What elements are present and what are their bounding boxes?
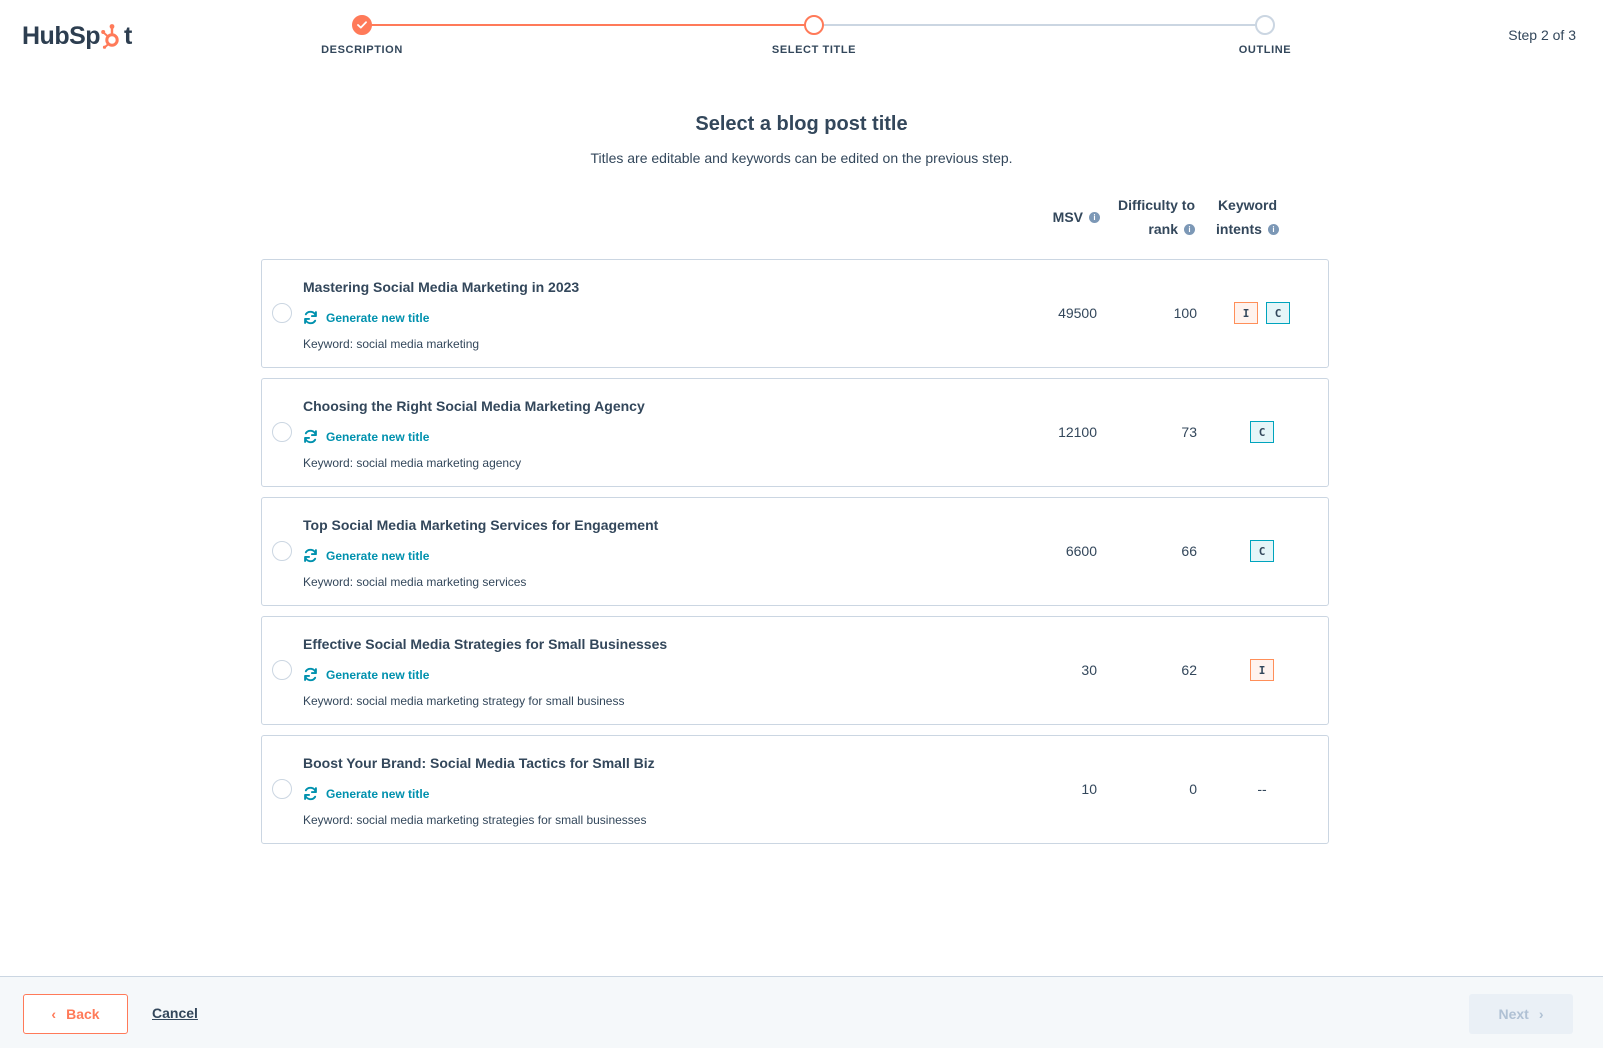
chevron-left-icon: ‹ (51, 1006, 57, 1022)
msv-value: 49500 (1058, 305, 1097, 321)
msv-value: 6600 (1065, 543, 1097, 559)
title-text[interactable]: Choosing the Right Social Media Marketin… (303, 398, 645, 414)
generate-new-title-button[interactable]: Generate new title (303, 310, 429, 325)
keyword-text: Keyword: social media marketing strategi… (303, 813, 647, 827)
title-option-row[interactable]: Choosing the Right Social Media Marketin… (261, 378, 1329, 487)
title-text[interactable]: Boost Your Brand: Social Media Tactics f… (303, 755, 655, 771)
page-title: Select a blog post title (695, 113, 908, 135)
refresh-icon (304, 548, 317, 563)
intent-badge-commercial: C (1250, 421, 1274, 443)
keyword-text: Keyword: social media marketing agency (303, 456, 522, 470)
generate-new-title-label: Generate new title (326, 310, 430, 325)
generate-new-title-button[interactable]: Generate new title (303, 667, 429, 682)
step-outline-indicator (1255, 15, 1275, 35)
title-options-list: Mastering Social Media Marketing in 2023… (261, 259, 1329, 854)
chevron-right-icon: › (1538, 1006, 1544, 1022)
back-button-label: Back (66, 1006, 100, 1022)
page-subtitle: Titles are editable and keywords can be … (590, 150, 1013, 166)
title-option-row[interactable]: Mastering Social Media Marketing in 2023… (261, 259, 1329, 368)
title-option-row[interactable]: Top Social Media Marketing Services for … (261, 497, 1329, 606)
title-radio[interactable] (272, 541, 292, 561)
generate-new-title-label: Generate new title (326, 429, 430, 444)
title-option-row[interactable]: Effective Social Media Strategies for Sm… (261, 616, 1329, 725)
keyword-text: Keyword: social media marketing services (303, 575, 527, 589)
intent-badge-informational: I (1250, 659, 1274, 681)
generate-new-title-button[interactable]: Generate new title (303, 548, 429, 563)
refresh-icon (304, 310, 317, 325)
step-select-title-label: SELECT TITLE (771, 44, 857, 56)
title-radio[interactable] (272, 422, 292, 442)
keyword-intents: I (1210, 659, 1314, 681)
column-header-msv-label: MSV (1052, 209, 1083, 225)
generate-new-title-label: Generate new title (326, 786, 430, 801)
cancel-link[interactable]: Cancel (152, 1005, 198, 1021)
difficulty-value: 0 (1189, 781, 1197, 797)
title-text[interactable]: Effective Social Media Strategies for Sm… (303, 636, 667, 652)
keyword-intents: C (1210, 421, 1314, 443)
generate-new-title-button[interactable]: Generate new title (303, 786, 429, 801)
msv-value: 10 (1081, 781, 1097, 797)
generate-new-title-button[interactable]: Generate new title (303, 429, 429, 444)
title-radio[interactable] (272, 779, 292, 799)
step-outline-label: OUTLINE (1238, 44, 1292, 56)
column-header-intents-line1: Keyword (1217, 197, 1278, 213)
sprocket-icon (101, 23, 123, 49)
column-header-difficulty: Difficulty to rank i (1085, 193, 1195, 241)
next-button[interactable]: Next › (1469, 994, 1573, 1034)
title-radio[interactable] (272, 660, 292, 680)
keyword-intents: IC (1210, 302, 1314, 324)
step-description-indicator[interactable] (352, 15, 372, 35)
checkmark-icon (357, 21, 367, 29)
hubspot-logo[interactable]: HubSp t (22, 20, 132, 52)
keyword-text: Keyword: social media marketing (303, 337, 480, 351)
info-icon[interactable]: i (1184, 223, 1195, 235)
intent-badge-commercial: C (1266, 302, 1290, 324)
step-select-title-indicator (804, 15, 824, 35)
progress-stepper: DESCRIPTION SELECT TITLE OUTLINE (321, 14, 1291, 64)
intent-empty: -- (1257, 781, 1267, 797)
back-button[interactable]: ‹ Back (23, 994, 128, 1034)
difficulty-value: 66 (1181, 543, 1197, 559)
step-counter: Step 2 of 3 (1508, 27, 1576, 43)
title-radio[interactable] (272, 303, 292, 323)
stepper-line-complete (362, 24, 814, 26)
title-text[interactable]: Mastering Social Media Marketing in 2023 (303, 279, 579, 295)
refresh-icon (304, 667, 317, 682)
refresh-icon (304, 429, 317, 444)
column-header-difficulty-line2: rank (1148, 221, 1178, 237)
keyword-intents: -- (1210, 778, 1314, 800)
msv-value: 12100 (1058, 424, 1097, 440)
difficulty-value: 62 (1181, 662, 1197, 678)
footer-bar: ‹ Back Cancel Next › (0, 976, 1603, 1048)
column-header-difficulty-line1: Difficulty to (1118, 197, 1195, 213)
intent-badge-commercial: C (1250, 540, 1274, 562)
next-button-label: Next (1498, 1006, 1529, 1022)
generate-new-title-label: Generate new title (326, 548, 430, 563)
refresh-icon (304, 786, 317, 801)
msv-value: 30 (1081, 662, 1097, 678)
keyword-text: Keyword: social media marketing strategy… (303, 694, 625, 708)
keyword-intents: C (1210, 540, 1314, 562)
difficulty-value: 73 (1181, 424, 1197, 440)
title-option-row[interactable]: Boost Your Brand: Social Media Tactics f… (261, 735, 1329, 844)
stepper-line-pending (814, 24, 1265, 26)
column-header-intents-line2: intents (1216, 221, 1262, 237)
info-icon[interactable]: i (1267, 223, 1279, 235)
difficulty-value: 100 (1173, 305, 1197, 321)
step-description-label: DESCRIPTION (321, 44, 403, 56)
generate-new-title-label: Generate new title (326, 667, 430, 682)
logo-wordmark: HubSp t (22, 21, 132, 50)
column-header-keyword-intents: Keyword intents i (1195, 193, 1300, 241)
title-text[interactable]: Top Social Media Marketing Services for … (303, 517, 658, 533)
intent-badge-informational: I (1234, 302, 1258, 324)
